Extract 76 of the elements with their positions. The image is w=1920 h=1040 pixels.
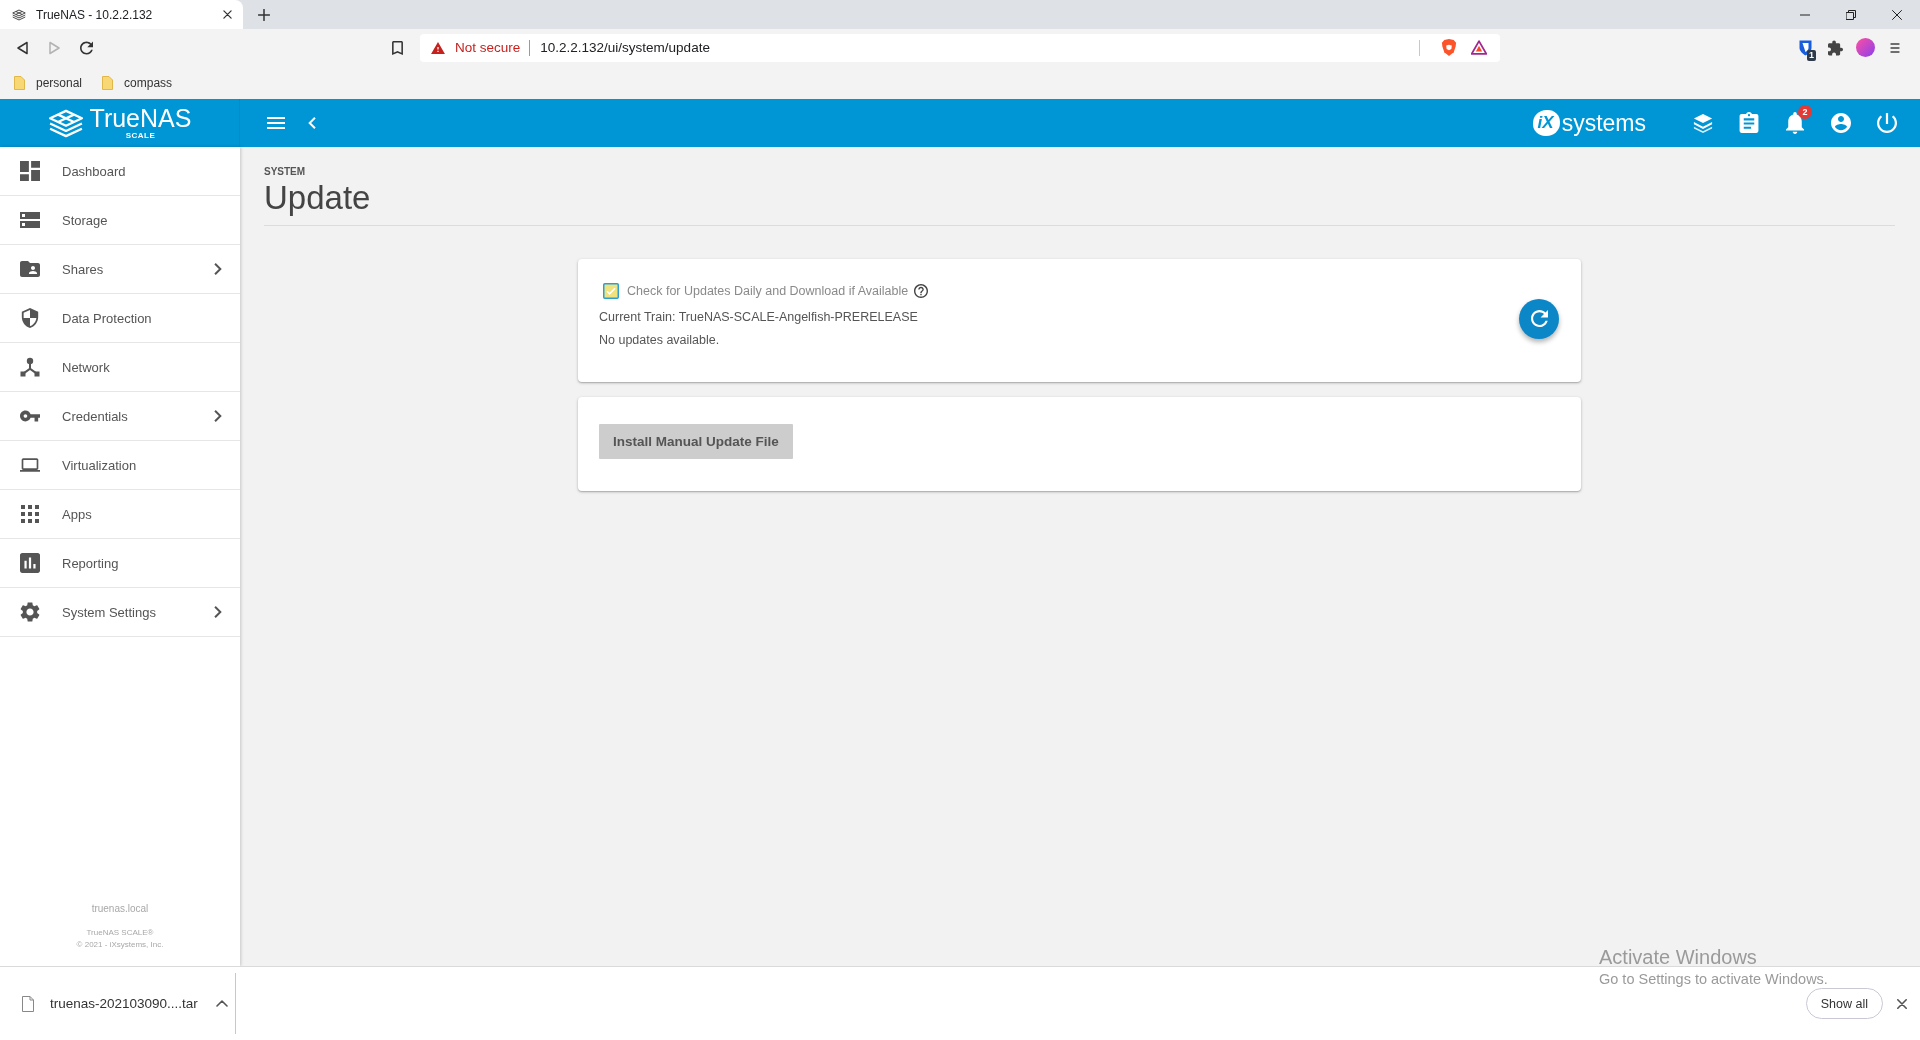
brand-edition: SCALE — [125, 131, 156, 140]
tiles-logo-icon — [12, 8, 26, 21]
update-status-text: No updates available. — [599, 332, 721, 348]
show-all-button[interactable]: Show all — [1805, 988, 1883, 1019]
activation-notice-text: Go to Settings to activate Windows. — [1599, 970, 1828, 989]
checkbox-label: Check for Updates Daily and Download if Available — [627, 284, 909, 298]
shield-logo-icon — [1797, 39, 1813, 56]
lion-head-icon — [1441, 39, 1457, 56]
chevron-up-icon — [215, 1000, 228, 1007]
copyright-text: © 2021 - iXsystems, Inc. — [75, 939, 165, 951]
profile-avatar-icon — [1855, 38, 1875, 57]
hostname-text: truenas.local — [90, 903, 150, 914]
refresh-icon — [1530, 310, 1548, 327]
shield-extension-button[interactable]: 1 — [1790, 33, 1820, 62]
menu-icon — [1890, 42, 1900, 53]
warning-icon — [431, 41, 445, 54]
account-icon — [1831, 112, 1851, 134]
folder-icon — [102, 75, 114, 90]
close-icon — [1892, 9, 1902, 20]
file-icon — [22, 995, 34, 1012]
puzzle-piece-icon — [1827, 39, 1843, 56]
vendor-logo-mark: iX — [1532, 110, 1560, 136]
chevron-right-icon — [214, 606, 222, 618]
close-icon — [222, 10, 232, 19]
apps-grid-icon — [20, 504, 40, 524]
chevron-left-icon — [308, 117, 316, 129]
brand-name: TrueNAS — [89, 106, 192, 131]
bookmark-folder[interactable]: personal — [14, 75, 83, 90]
plus-icon — [258, 8, 270, 21]
restore-icon — [1846, 9, 1856, 20]
clipboard-icon — [1739, 112, 1759, 134]
shield-icon — [20, 308, 40, 328]
bookmark-folder[interactable]: compass — [102, 75, 173, 90]
browser-tab[interactable]: TrueNAS - 10.2.2.132 — [0, 0, 243, 29]
reload-icon — [79, 40, 93, 55]
laptop-icon — [20, 455, 40, 475]
sidebar-item[interactable]: Reporting — [0, 539, 240, 588]
security-label[interactable]: Not secure — [455, 40, 521, 55]
chevron-right-icon — [214, 263, 222, 275]
product-name-text: TrueNAS SCALE® — [85, 927, 155, 939]
page-title: Update — [264, 178, 372, 218]
dashboard-tiles-icon — [20, 161, 40, 181]
minimize-icon — [1800, 13, 1810, 16]
breadcrumb-text: SYSTEM — [264, 166, 307, 178]
refresh-button[interactable] — [1519, 298, 1559, 339]
extension-badge: 1 — [1807, 49, 1816, 61]
server-icon — [20, 210, 40, 230]
bar-chart-icon — [20, 553, 40, 573]
url-field[interactable]: 10.2.2.132/ui/system/update — [540, 40, 1419, 55]
download-filename[interactable]: truenas-202103090....tar — [50, 996, 198, 1011]
notification-badge: 2 — [1798, 105, 1812, 119]
sidebar-item[interactable]: Shares — [0, 245, 240, 294]
triangle-logo-icon — [1471, 39, 1487, 56]
menu-icon — [267, 117, 285, 129]
activation-notice-title: Activate Windows — [1599, 945, 1758, 969]
notifications-button[interactable]: 2 — [1776, 104, 1814, 142]
stacked-layers-icon — [1693, 112, 1713, 134]
shared-folder-icon — [20, 259, 40, 279]
sidebar-item[interactable]: Dashboard — [0, 147, 240, 196]
chevron-right-icon — [214, 410, 222, 422]
settings-icon — [20, 602, 40, 622]
forward-arrow-icon — [47, 40, 61, 55]
back-arrow-icon — [15, 40, 29, 55]
power-icon — [1877, 112, 1897, 134]
network-nodes-icon — [20, 357, 40, 377]
help-icon[interactable] — [914, 284, 929, 298]
vendor-logo-text: systems — [1561, 109, 1646, 137]
bookmark-icon — [391, 40, 403, 55]
current-train-text: Current Train: TrueNAS-SCALE-Angelfish-PRERELEASE — [599, 309, 919, 325]
folder-icon — [14, 75, 25, 90]
sidebar-item[interactable]: Storage — [0, 196, 240, 245]
sidebar-item[interactable]: System Settings — [0, 588, 240, 637]
install-manual-update-button[interactable]: Install Manual Update File — [599, 424, 793, 459]
checkbox[interactable] — [603, 283, 619, 299]
stacked-tiles-logo-icon — [47, 108, 84, 138]
close-icon — [1897, 998, 1907, 1009]
